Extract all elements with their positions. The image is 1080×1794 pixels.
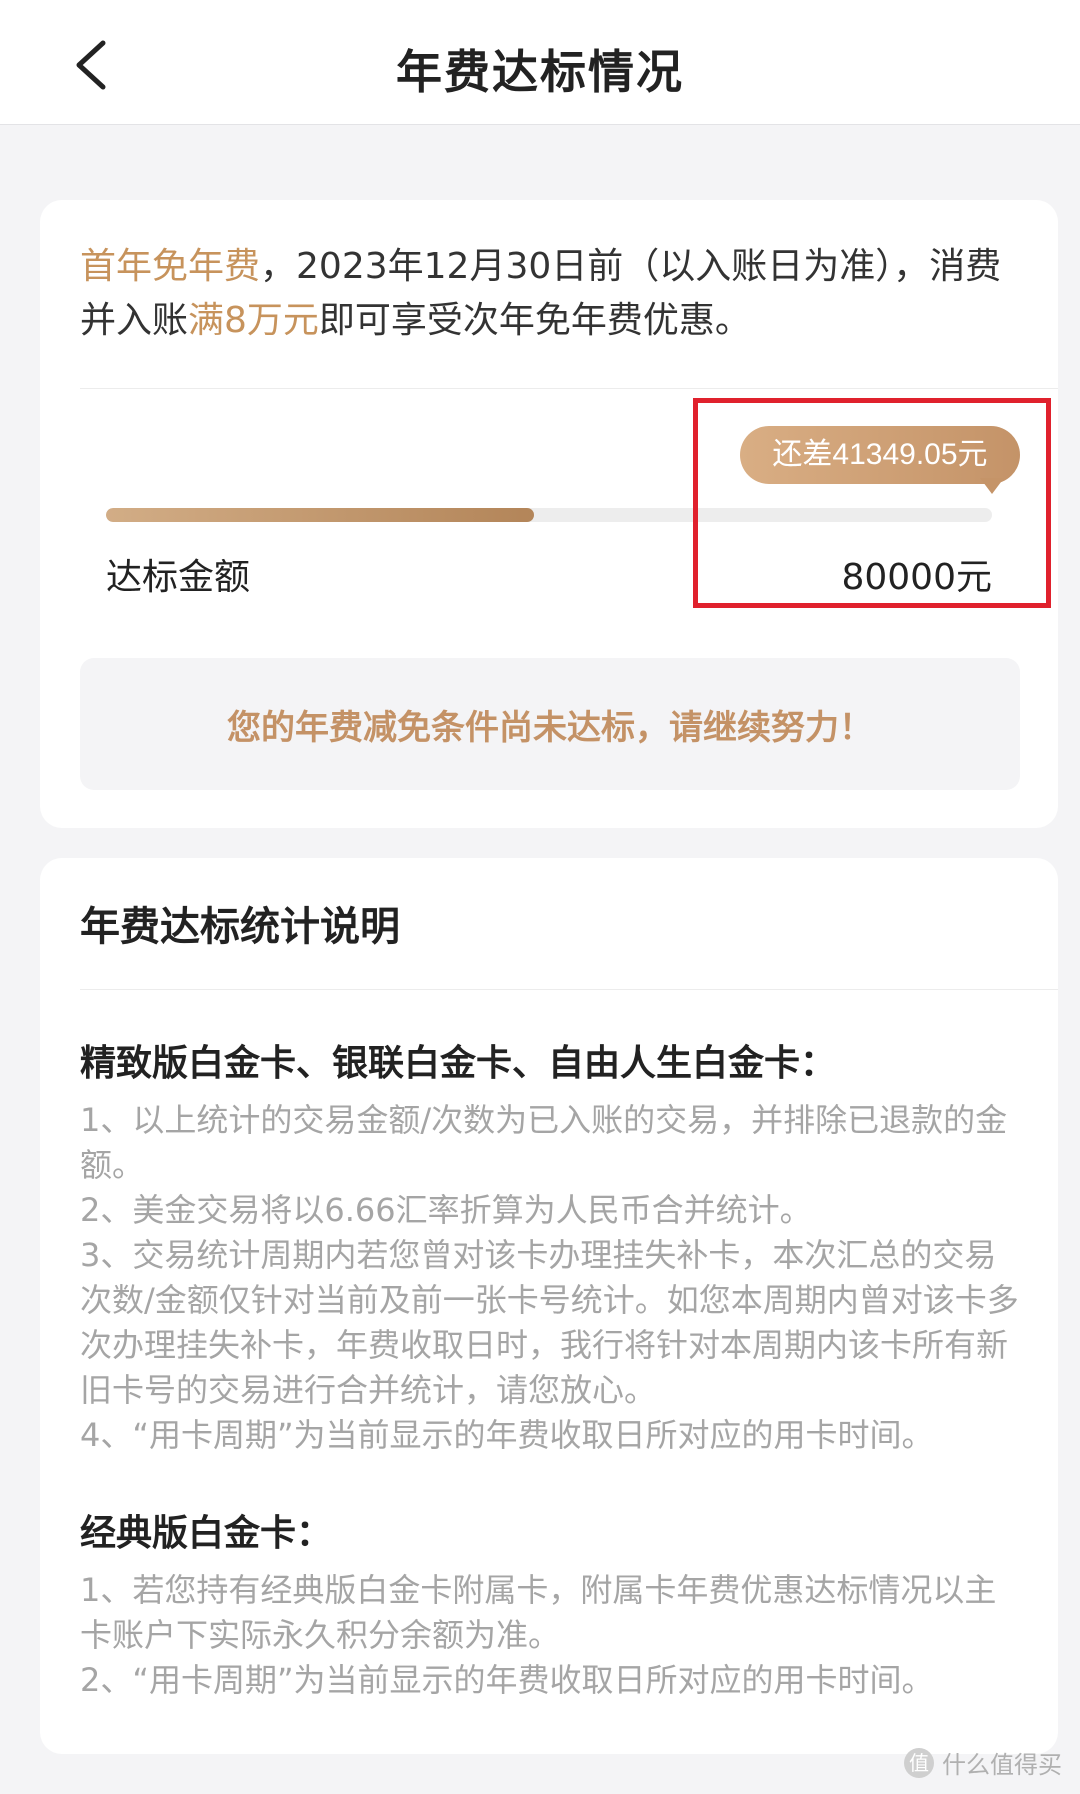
rules-section-heading: 精致版白金卡、银联白金卡、自由人生白金卡： [80, 1043, 837, 1084]
progress-card: 首年免年费，2023年12月30日前（以入账日为准），消费并入账满8万元即可享受… [40, 200, 1058, 828]
status-notice: 您的年费减免条件尚未达标，请继续努力！ [80, 658, 1020, 790]
target-amount-label: 达标金额 [106, 557, 251, 598]
rule-item: 2、“用卡周期”为当前显示的年费收取日所对应的用卡时间。 [80, 1661, 934, 1699]
rules-section-heading: 经典版白金卡： [80, 1513, 333, 1554]
rules-title: 年费达标统计说明 [80, 904, 400, 950]
annotation-highlight-box [693, 398, 1051, 608]
first-year-free-highlight: 首年免年费 [80, 246, 261, 287]
intro-text-2: 即可享受次年免年费优惠。 [318, 300, 751, 341]
rules-list: 1、以上统计的交易金额/次数为已入账的交易，并排除已退款的金额。 2、美金交易将… [80, 1098, 1028, 1458]
page-title: 年费达标情况 [396, 45, 684, 99]
rule-item: 2、美金交易将以6.66汇率折算为人民币合并统计。 [80, 1191, 812, 1229]
fee-waiver-description: 首年免年费，2023年12月30日前（以入账日为准），消费并入账满8万元即可享受… [80, 240, 1020, 348]
divider [80, 989, 1058, 990]
nav-bar: 年费达标情况 [0, 0, 1080, 125]
rules-list: 1、若您持有经典版白金卡附属卡，附属卡年费优惠达标情况以主卡账户下实际永久积分余… [80, 1568, 1028, 1703]
watermark-text: 什么值得买 [942, 1751, 1062, 1779]
progress-fill [106, 508, 535, 522]
rule-item: 4、“用卡周期”为当前显示的年费收取日所对应的用卡时间。 [80, 1416, 934, 1454]
rule-item: 3、交易统计周期内若您曾对该卡办理挂失补卡，本次汇总的交易次数/金额仅针对当前及… [80, 1236, 1019, 1409]
watermark-logo-icon: 值 [904, 1747, 934, 1778]
threshold-highlight: 满8万元 [188, 300, 319, 341]
watermark: 值 什么值得买 [904, 1745, 1062, 1780]
divider [80, 388, 1058, 389]
rules-card: 年费达标统计说明 精致版白金卡、银联白金卡、自由人生白金卡： 1、以上统计的交易… [40, 858, 1058, 1754]
rule-item: 1、若您持有经典版白金卡附属卡，附属卡年费优惠达标情况以主卡账户下实际永久积分余… [80, 1571, 997, 1654]
rule-item: 1、以上统计的交易金额/次数为已入账的交易，并排除已退款的金额。 [80, 1101, 1008, 1184]
